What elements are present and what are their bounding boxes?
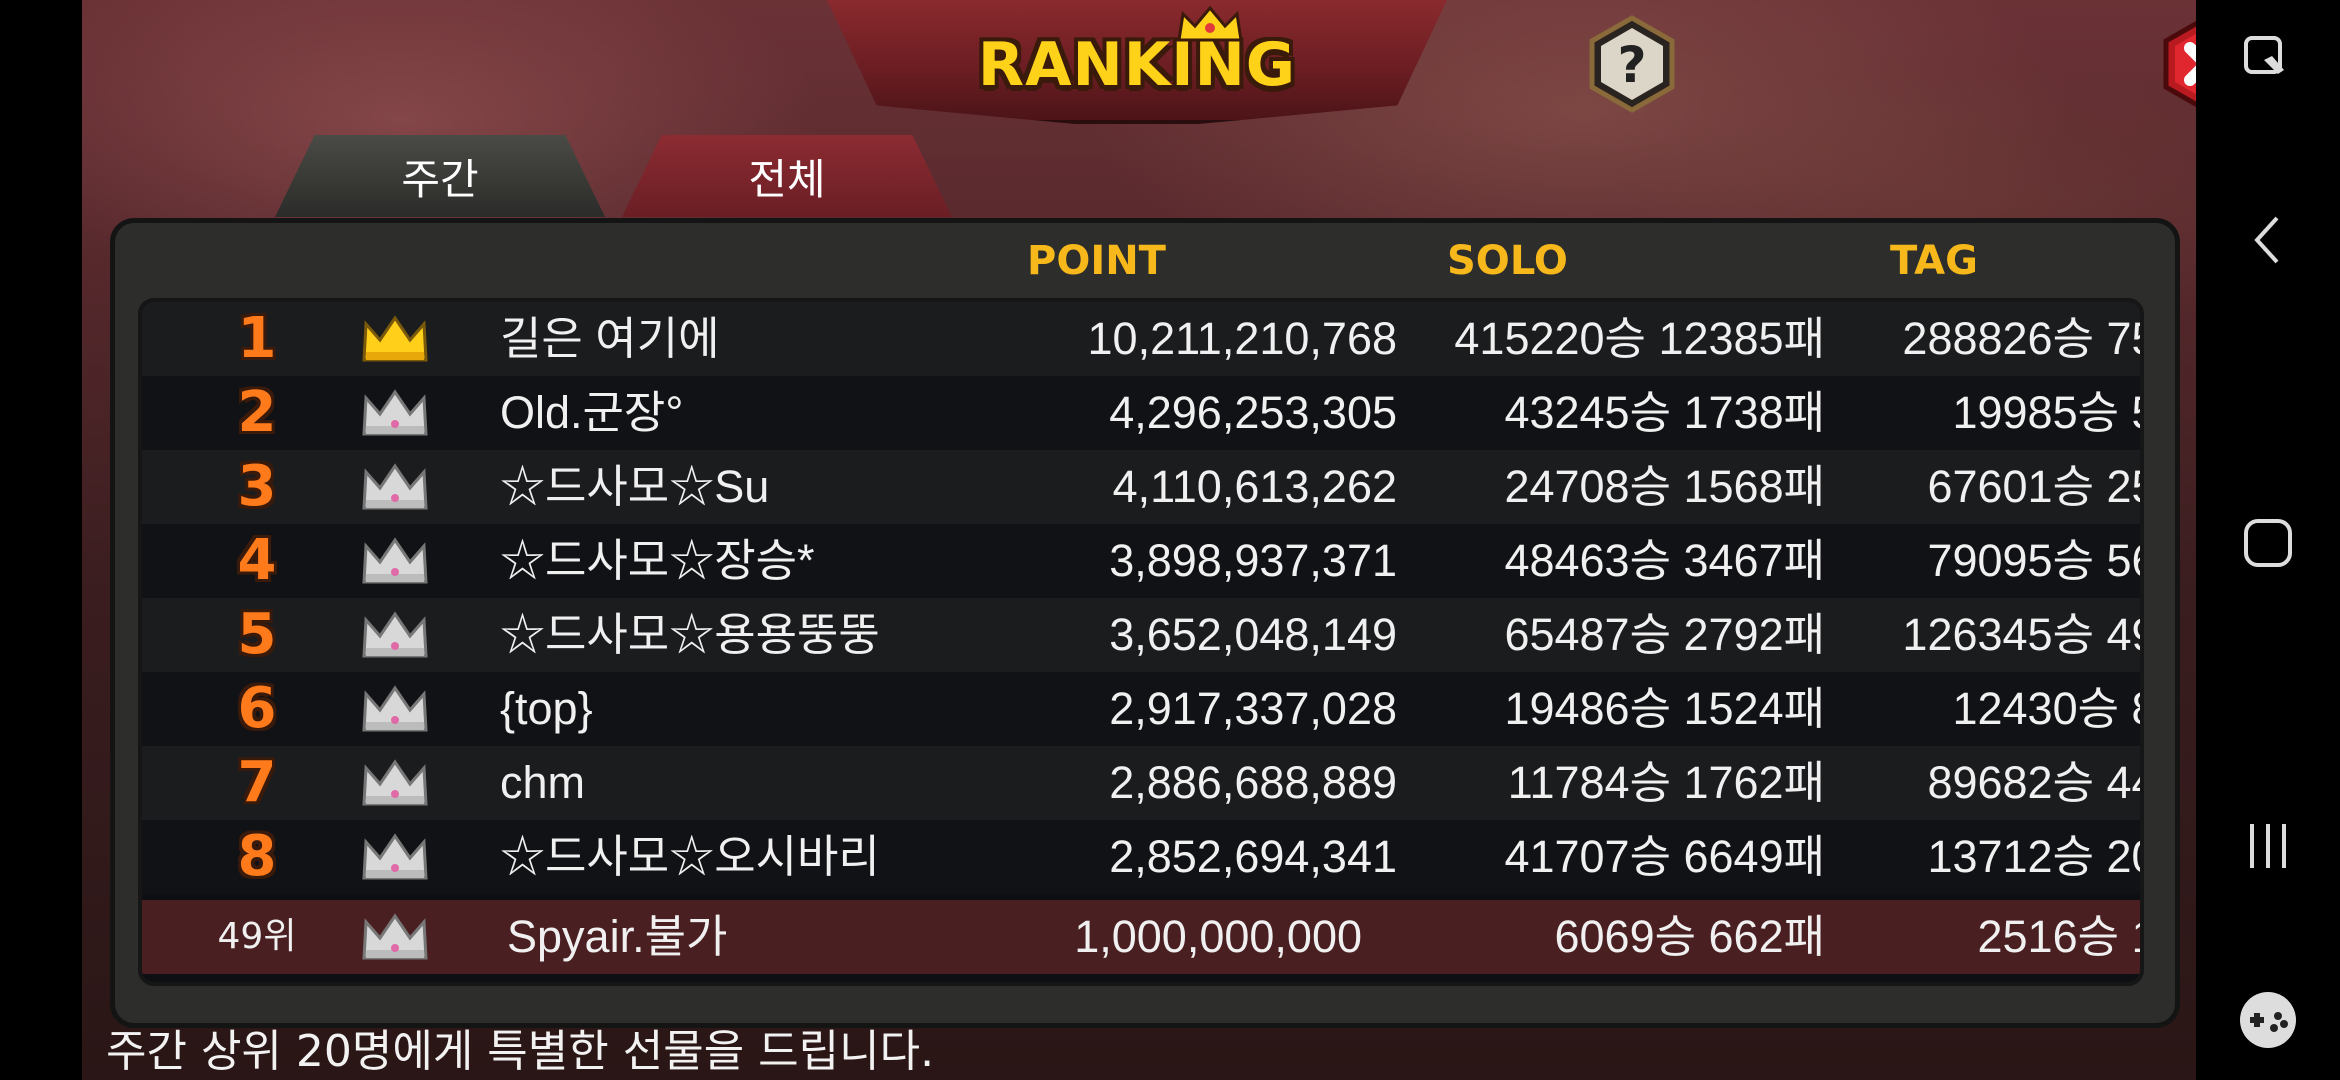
player-solo: 11784승 1762패 xyxy=(1507,757,1825,808)
my-rank-row[interactable]: 49위 Spyair.불가 1,000,000,000 6069승 662패 2… xyxy=(142,900,2140,974)
android-back-icon xyxy=(2254,216,2279,264)
crown-icon xyxy=(362,463,428,510)
player-point: 1,000,000,000 xyxy=(1074,911,1362,962)
player-point: 2,917,337,028 xyxy=(1109,683,1397,734)
column-header-point: POINT xyxy=(1027,238,1166,284)
table-row[interactable]: 7 chm 2,886,688,889 11784승 1762패 89682승 … xyxy=(142,746,2140,820)
title-banner: RANKING xyxy=(827,0,1447,124)
player-tag: 288826승 7535패 xyxy=(1902,313,2140,364)
player-solo: 415220승 12385패 xyxy=(1454,313,1825,364)
player-point: 2,886,688,889 xyxy=(1109,757,1397,808)
table-row[interactable]: 6 {top} 2,917,337,028 19486승 1524패 12430… xyxy=(142,672,2140,746)
table-row[interactable]: 3 ☆드사모☆Su 4,110,613,262 24708승 1568패 676… xyxy=(142,450,2140,524)
rank-number: 6 xyxy=(237,676,277,741)
crown-icon xyxy=(362,685,428,732)
game-tools-button[interactable] xyxy=(2196,980,2340,1060)
android-back-button[interactable] xyxy=(2196,200,2340,280)
crown-icon xyxy=(362,759,428,806)
player-solo: 41707승 6649패 xyxy=(1504,831,1825,882)
player-tag: 79095승 5659패 xyxy=(1927,535,2140,586)
crown-icon xyxy=(362,913,428,960)
table-row[interactable]: 4 ☆드사모☆장승* 3,898,937,371 48463승 3467패 79… xyxy=(142,524,2140,598)
player-solo: 48463승 3467패 xyxy=(1504,535,1825,586)
tab-all[interactable]: 전체 xyxy=(622,135,952,217)
column-header-tag: TAG xyxy=(1890,238,1978,284)
rank-number: 2 xyxy=(237,380,277,445)
crown-icon xyxy=(362,389,428,436)
player-tag: 67601승 2540패 xyxy=(1927,461,2140,512)
crown-icon xyxy=(362,611,428,658)
android-home-icon xyxy=(2244,519,2292,567)
edit-button[interactable] xyxy=(2196,20,2340,100)
ranking-list: 1 길은 여기에 10,211,210,768 415220승 12385패 2… xyxy=(138,298,2144,986)
crown-icon xyxy=(362,833,428,880)
table-row[interactable]: 5 ☆드사모☆용용뚱뚱 3,652,048,149 65487승 2792패 1… xyxy=(142,598,2140,672)
title-crown-icon xyxy=(1177,5,1243,42)
android-recents-icon xyxy=(2250,824,2286,868)
rank-number: 4 xyxy=(237,528,277,593)
gamepad-icon xyxy=(2240,992,2296,1048)
table-row[interactable]: 2 Old.군장° 4,296,253,305 43245승 1738패 199… xyxy=(142,376,2140,450)
player-tag: 2516승 180패 xyxy=(1977,911,2141,962)
player-tag: 89682승 4477패 xyxy=(1927,757,2140,808)
player-tag: 126345승 4926패 xyxy=(1902,609,2140,660)
player-point: 4,296,253,305 xyxy=(1109,387,1397,438)
android-recents-button[interactable] xyxy=(2196,806,2340,886)
player-tag: 13712승 2078패 xyxy=(1927,831,2140,882)
help-button[interactable]: ? xyxy=(1582,14,1682,114)
close-button[interactable] xyxy=(2156,14,2196,114)
crown-icon xyxy=(362,537,428,584)
game-screen: RANKING ? 주간 전체 POINT SOLO TAG 1 길은 여기에 … xyxy=(82,0,2196,1080)
question-icon: ? xyxy=(1617,36,1646,94)
page-title: RANKING xyxy=(977,30,1297,100)
rank-number: 3 xyxy=(237,454,277,519)
player-point: 3,898,937,371 xyxy=(1109,535,1397,586)
android-home-button[interactable] xyxy=(2196,503,2340,583)
tab-weekly[interactable]: 주간 xyxy=(275,135,605,217)
rank-number: 5 xyxy=(237,602,277,667)
rank-number: 8 xyxy=(237,824,277,889)
crown-icon xyxy=(362,315,428,362)
rank-number: 49위 xyxy=(217,916,297,957)
player-point: 2,852,694,341 xyxy=(1109,831,1397,882)
player-tag: 12430승 800패 xyxy=(1952,683,2140,734)
player-solo: 43245승 1738패 xyxy=(1504,387,1825,438)
table-row[interactable]: 8 ☆드사모☆오시바리 2,852,694,341 41707승 6649패 1… xyxy=(142,820,2140,894)
player-solo: 6069승 662패 xyxy=(1554,911,1826,962)
android-nav-bar xyxy=(2196,0,2340,1080)
footer-notice: 주간 상위 20명에게 특별한 선물을 드립니다. xyxy=(106,1026,935,1077)
player-point: 3,652,048,149 xyxy=(1109,609,1397,660)
player-solo: 65487승 2792패 xyxy=(1504,609,1825,660)
edit-icon xyxy=(2244,36,2284,74)
player-tag: 19985승 593패 xyxy=(1952,387,2140,438)
rank-number: 1 xyxy=(237,306,277,371)
player-point: 10,211,210,768 xyxy=(1087,313,1397,364)
player-point: 4,110,613,262 xyxy=(1112,461,1397,512)
table-row[interactable]: 1 길은 여기에 10,211,210,768 415220승 12385패 2… xyxy=(142,302,2140,376)
rank-number: 7 xyxy=(237,750,277,815)
player-solo: 24708승 1568패 xyxy=(1504,461,1825,512)
player-solo: 19486승 1524패 xyxy=(1504,683,1825,734)
column-header-solo: SOLO xyxy=(1447,238,1568,284)
